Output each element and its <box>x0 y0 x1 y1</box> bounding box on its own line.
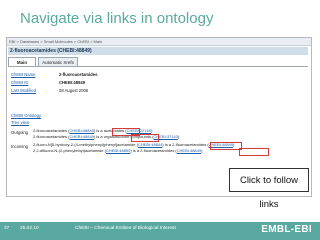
relation-link[interactable]: CHEBI:48859 <box>106 148 130 153</box>
tab-divider <box>8 66 308 67</box>
footer-text: ChEBI – Chemical Entities of Biological … <box>75 226 176 231</box>
highlight-box <box>131 134 159 142</box>
breadcrumb: EBI > Databases > Small Molecules > ChEB… <box>7 38 311 46</box>
tree-view-link[interactable]: Tree view <box>11 120 29 125</box>
field-label[interactable]: ChEBI Name <box>11 71 51 78</box>
tab-main[interactable]: Main <box>8 57 36 66</box>
embl-ebi-logo: EMBL-EBI <box>261 224 312 235</box>
tab-automatic-xrefs[interactable]: Automatic Xrefs <box>38 57 78 66</box>
field-value: 2-fluoroacetamides <box>59 72 98 77</box>
incoming-relation: 2,2-difluoro-N-(2-phenylethyl)acetamide … <box>33 148 202 153</box>
field-last-modified: Last Modified 08 August 2006 <box>11 87 88 94</box>
field-chebi-id: ChEBI ID CHEBI:48849 <box>11 79 85 86</box>
field-label[interactable]: ChEBI ID <box>11 79 51 86</box>
field-value: CHEBI:48849 <box>59 80 86 85</box>
entity-header: 2-fluoroacetamides (CHEBI:48849) <box>8 47 308 55</box>
incoming-label: Incoming <box>11 144 28 149</box>
relation-link[interactable]: CHEBI:48849 <box>69 128 93 133</box>
relation-text: ) is a 2-fluoroacetamides ( <box>162 142 209 147</box>
slide-date: 25.02.10 <box>20 226 39 231</box>
slide-title: Navigate via links in ontology <box>20 10 214 27</box>
relation-link[interactable]: CHEBI:48849 <box>69 134 93 139</box>
relation-link[interactable]: CHEBI:48849 <box>177 148 201 153</box>
field-label[interactable]: Last Modified <box>11 87 51 94</box>
field-value: 08 August 2006 <box>59 88 89 93</box>
relation-text: 2-fluoro-N[5-hydroxy-2-(4-methylphenyl)p… <box>33 142 138 147</box>
callout-box: Click to follow links <box>229 168 309 210</box>
relation-link[interactable]: CHEBI:48844 <box>138 142 162 147</box>
relation-text: 2-fluoroacetamides ( <box>33 128 70 133</box>
slide-number: 37 <box>4 226 10 231</box>
relation-text: ) is a 2-fluoroacetamides ( <box>130 148 177 153</box>
field-chebi-name: ChEBI Name 2-fluoroacetamides <box>11 71 97 78</box>
relation-text: ) <box>201 148 203 153</box>
relation-text: 2,2-difluoro-N-(2-phenylethyl)acetamide … <box>33 148 106 153</box>
highlight-box <box>239 148 269 156</box>
ontology-link[interactable]: ChEBI Ontology <box>11 113 41 118</box>
relation-text: 2-fluoroacetamides ( <box>33 134 70 139</box>
relation-text: ) <box>151 128 153 133</box>
highlight-box <box>210 142 242 150</box>
incoming-relation: 2-fluoro-N[5-hydroxy-2-(4-methylphenyl)p… <box>33 142 234 147</box>
relation-text: ) <box>178 134 180 139</box>
outgoing-label: Outgoing <box>11 130 28 135</box>
